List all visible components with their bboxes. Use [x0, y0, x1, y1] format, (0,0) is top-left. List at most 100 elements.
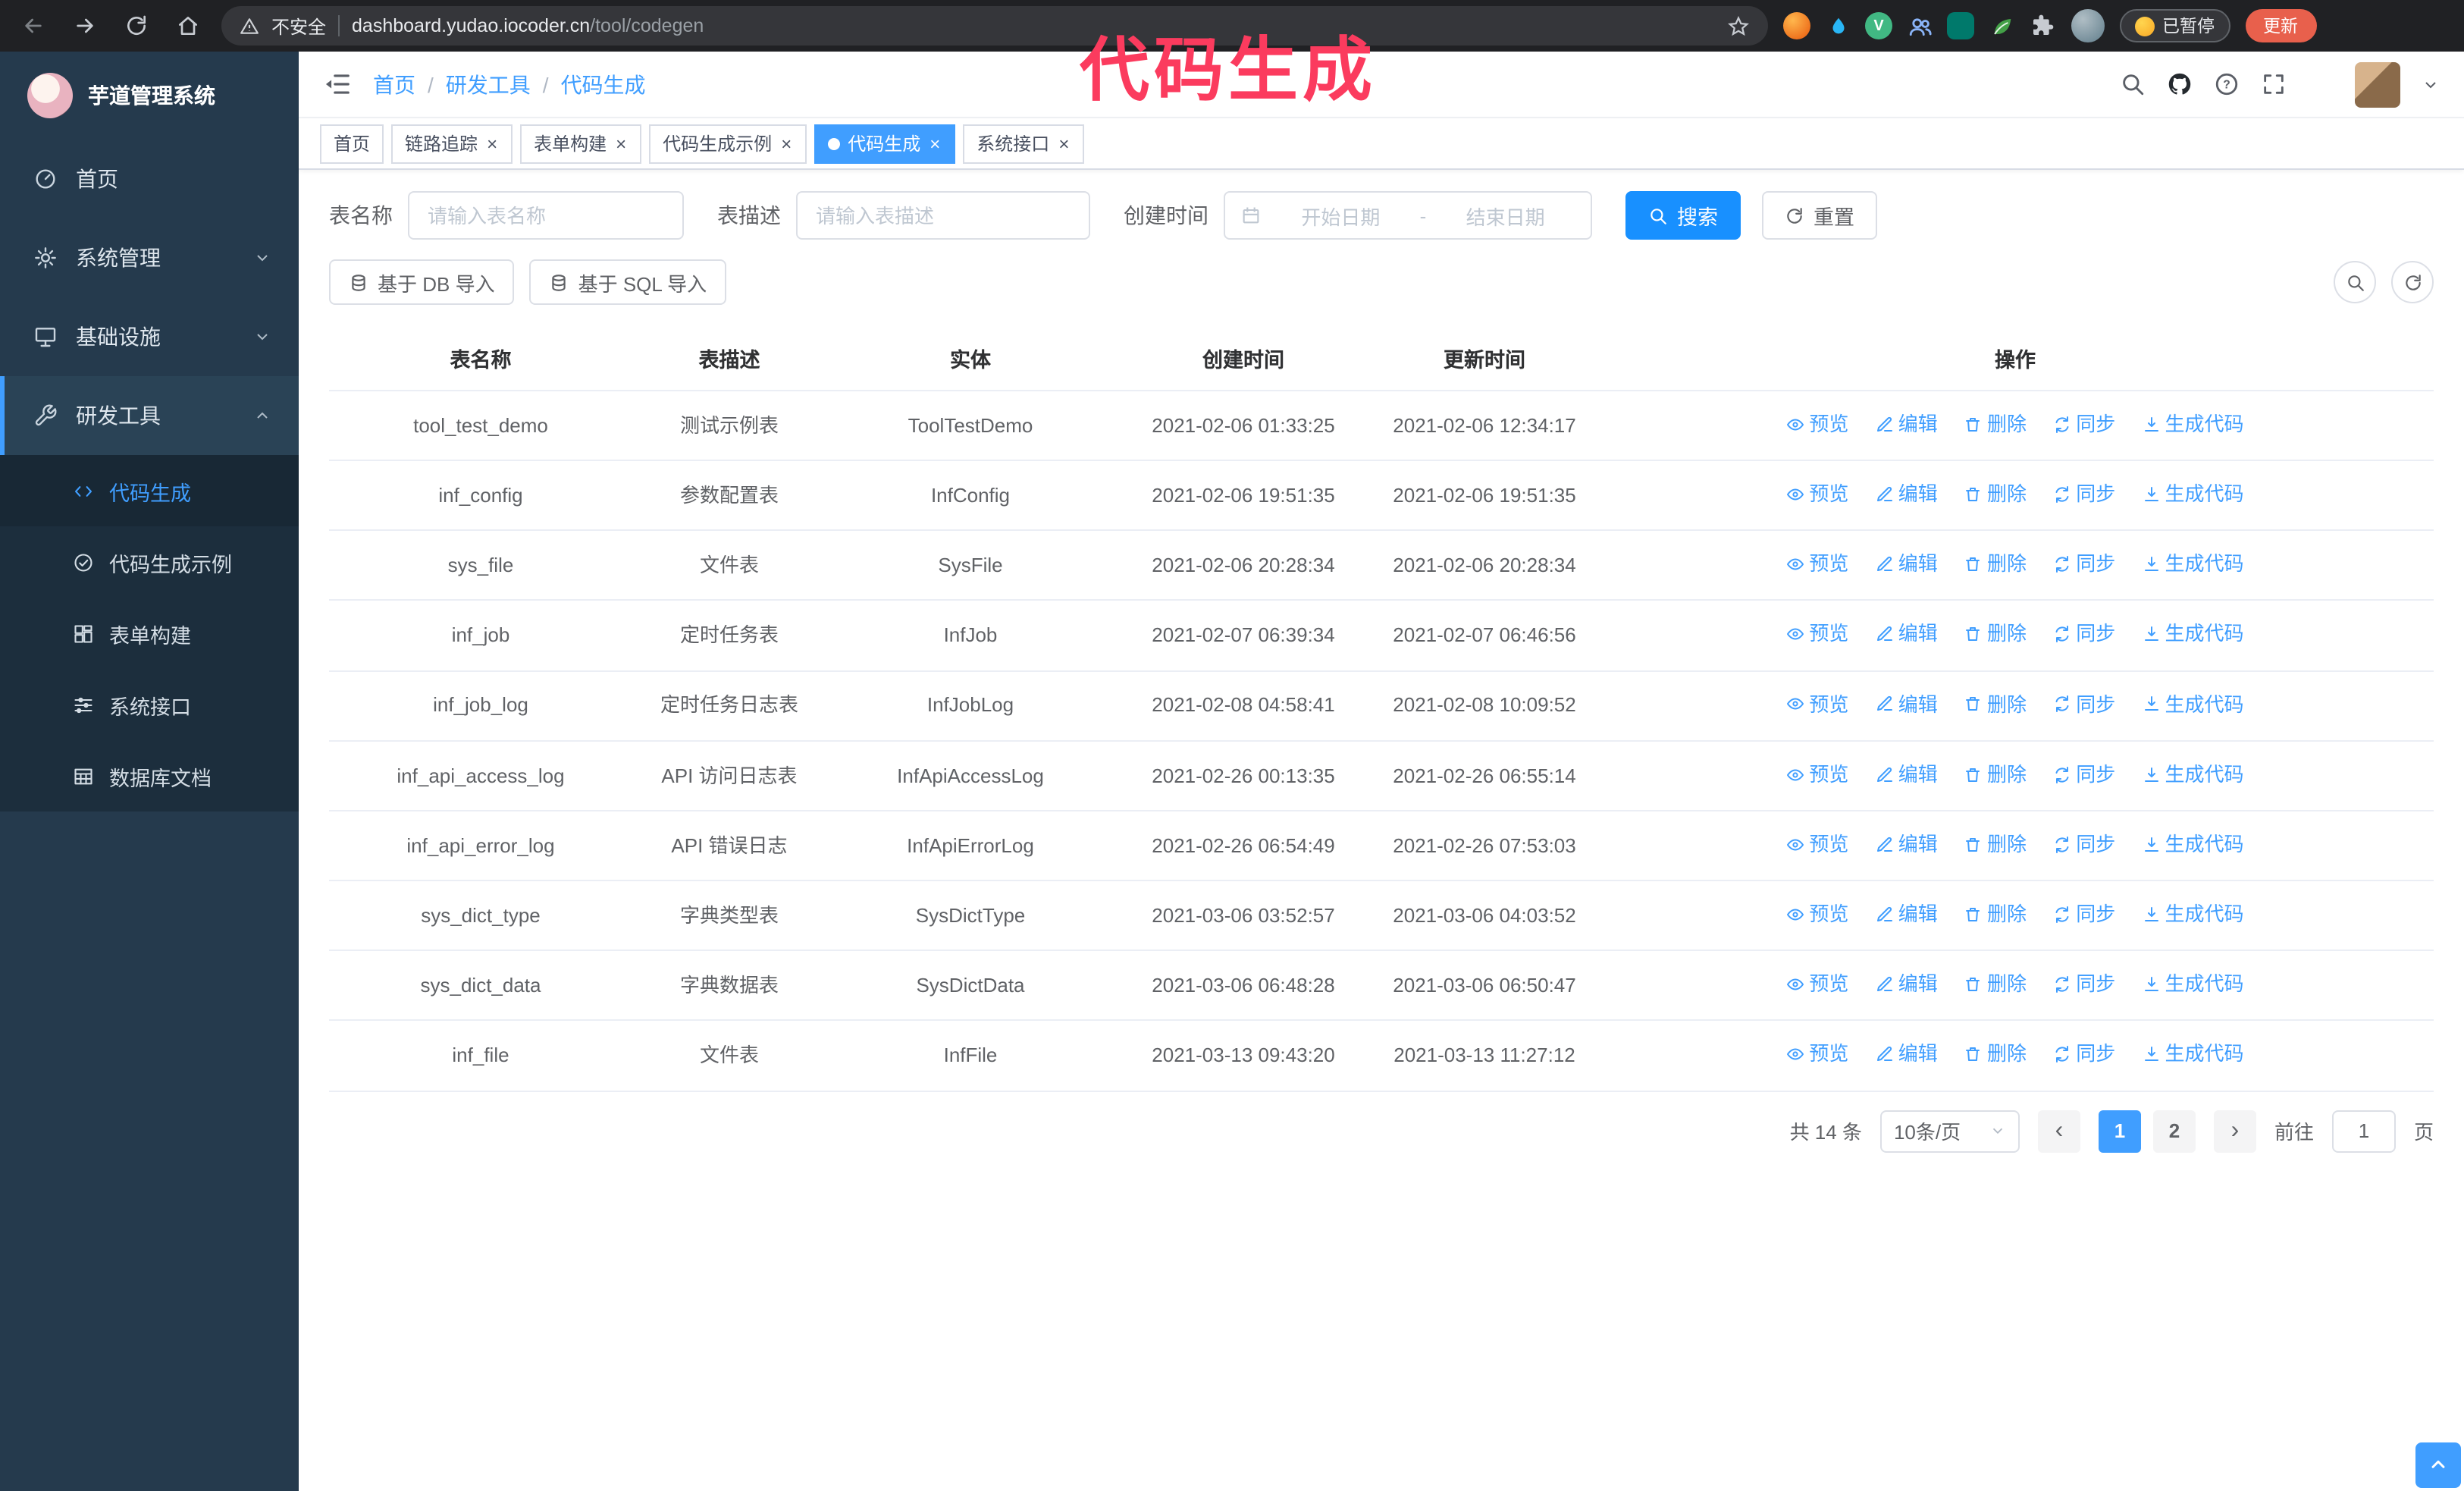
action-eye[interactable]: 预览	[1786, 898, 1848, 931]
action-sync[interactable]: 同步	[2053, 688, 2115, 720]
goto-page-input[interactable]	[2331, 1110, 2396, 1153]
tab-close-icon[interactable]: ×	[485, 133, 499, 154]
action-sync[interactable]: 同步	[2053, 618, 2115, 651]
tab-close-icon[interactable]: ×	[928, 133, 942, 154]
action-edit[interactable]: 编辑	[1876, 758, 1938, 791]
tab-close-icon[interactable]: ×	[1057, 133, 1071, 154]
action-eye[interactable]: 预览	[1786, 1038, 1848, 1071]
extension-fox-icon[interactable]	[1783, 12, 1810, 39]
user-avatar[interactable]	[2355, 61, 2400, 107]
action-download[interactable]: 生成代码	[2143, 478, 2244, 510]
extension-vue-icon[interactable]: V	[1865, 12, 1892, 39]
github-icon[interactable]	[2167, 71, 2193, 97]
action-sync[interactable]: 同步	[2053, 898, 2115, 931]
action-trash[interactable]: 删除	[1964, 968, 2027, 1001]
table-desc-input[interactable]	[796, 191, 1090, 240]
paused-badge[interactable]: 已暂停	[2120, 9, 2230, 42]
help-icon[interactable]	[2214, 71, 2240, 97]
action-download[interactable]: 生成代码	[2143, 828, 2244, 861]
action-trash[interactable]: 删除	[1964, 758, 2027, 791]
table-name-input[interactable]	[408, 191, 684, 240]
breadcrumb-tools[interactable]: 研发工具	[446, 69, 531, 99]
action-eye[interactable]: 预览	[1786, 548, 1848, 581]
action-edit[interactable]: 编辑	[1876, 828, 1938, 861]
tab-首页[interactable]: 首页	[320, 124, 384, 163]
browser-home-button[interactable]	[170, 8, 206, 44]
action-edit[interactable]: 编辑	[1876, 478, 1938, 510]
action-edit[interactable]: 编辑	[1876, 408, 1938, 441]
refresh-table-button[interactable]	[2391, 261, 2434, 303]
date-range-picker[interactable]: 开始日期 - 结束日期	[1224, 191, 1592, 240]
action-edit[interactable]: 编辑	[1876, 1038, 1938, 1071]
action-sync[interactable]: 同步	[2053, 548, 2115, 581]
action-trash[interactable]: 删除	[1964, 688, 2027, 720]
fullscreen-icon[interactable]	[2261, 71, 2287, 97]
action-sync[interactable]: 同步	[2053, 408, 2115, 441]
action-trash[interactable]: 删除	[1964, 1038, 2027, 1071]
action-download[interactable]: 生成代码	[2143, 758, 2244, 791]
action-eye[interactable]: 预览	[1786, 618, 1848, 651]
toggle-search-button[interactable]	[2334, 261, 2376, 303]
import-db-button[interactable]: 基于 DB 导入	[329, 259, 515, 305]
tab-close-icon[interactable]: ×	[779, 133, 793, 154]
address-bar[interactable]: 不安全 dashboard.yudao.iocoder.cn/tool/code…	[221, 6, 1768, 46]
action-download[interactable]: 生成代码	[2143, 548, 2244, 581]
prev-page-button[interactable]: ‹	[2037, 1110, 2080, 1153]
breadcrumb-home[interactable]: 首页	[373, 69, 415, 99]
extension-teal-icon[interactable]	[1947, 12, 1974, 39]
action-edit[interactable]: 编辑	[1876, 898, 1938, 931]
action-sync[interactable]: 同步	[2053, 1038, 2115, 1071]
page-button-2[interactable]: 2	[2152, 1110, 2196, 1153]
start-date-placeholder[interactable]: 开始日期	[1271, 201, 1411, 230]
action-eye[interactable]: 预览	[1786, 688, 1848, 720]
action-eye[interactable]: 预览	[1786, 408, 1848, 441]
import-sql-button[interactable]: 基于 SQL 导入	[529, 259, 727, 305]
bookmark-star-icon[interactable]	[1727, 14, 1750, 37]
back-to-top-button[interactable]	[2415, 1442, 2461, 1488]
action-download[interactable]: 生成代码	[2143, 618, 2244, 651]
action-sync[interactable]: 同步	[2053, 968, 2115, 1001]
action-download[interactable]: 生成代码	[2143, 968, 2244, 1001]
action-sync[interactable]: 同步	[2053, 828, 2115, 861]
browser-forward-button[interactable]	[67, 8, 103, 44]
sidebar-item-数据库文档[interactable]: 数据库文档	[0, 740, 299, 811]
page-button-1[interactable]: 1	[2098, 1110, 2141, 1153]
action-eye[interactable]: 预览	[1786, 478, 1848, 510]
extension-people-icon[interactable]	[1906, 12, 1933, 39]
next-page-button[interactable]: ›	[2213, 1110, 2256, 1153]
sidebar-item-研发工具[interactable]: 研发工具	[0, 376, 299, 455]
action-edit[interactable]: 编辑	[1876, 688, 1938, 720]
action-sync[interactable]: 同步	[2053, 758, 2115, 791]
sidebar-item-代码生成示例[interactable]: 代码生成示例	[0, 526, 299, 598]
search-icon[interactable]	[2120, 71, 2146, 97]
action-trash[interactable]: 删除	[1964, 478, 2027, 510]
search-button[interactable]: 搜索	[1625, 191, 1741, 240]
action-eye[interactable]: 预览	[1786, 828, 1848, 861]
extension-drop-icon[interactable]	[1824, 12, 1851, 39]
action-trash[interactable]: 删除	[1964, 828, 2027, 861]
sidebar-item-首页[interactable]: 首页	[0, 140, 299, 218]
browser-reload-button[interactable]	[118, 8, 155, 44]
action-eye[interactable]: 预览	[1786, 968, 1848, 1001]
sidebar-item-基础设施[interactable]: 基础设施	[0, 297, 299, 376]
action-eye[interactable]: 预览	[1786, 758, 1848, 791]
action-trash[interactable]: 删除	[1964, 898, 2027, 931]
action-sync[interactable]: 同步	[2053, 478, 2115, 510]
tab-代码生成示例[interactable]: 代码生成示例 ×	[649, 124, 807, 163]
sidebar-item-表单构建[interactable]: 表单构建	[0, 598, 299, 669]
tab-代码生成[interactable]: 代码生成 ×	[814, 124, 956, 163]
sidebar-item-系统接口[interactable]: 系统接口	[0, 669, 299, 740]
extension-leaf-icon[interactable]	[1988, 12, 2015, 39]
action-download[interactable]: 生成代码	[2143, 898, 2244, 931]
reset-button[interactable]: 重置	[1762, 191, 1877, 240]
tab-表单构建[interactable]: 表单构建 ×	[520, 124, 642, 163]
action-download[interactable]: 生成代码	[2143, 1038, 2244, 1071]
action-download[interactable]: 生成代码	[2143, 408, 2244, 441]
action-edit[interactable]: 编辑	[1876, 968, 1938, 1001]
action-download[interactable]: 生成代码	[2143, 688, 2244, 720]
browser-back-button[interactable]	[15, 8, 52, 44]
font-size-icon[interactable]	[2308, 71, 2334, 97]
user-caret-down-icon[interactable]	[2422, 75, 2440, 93]
browser-update-button[interactable]: 更新	[2245, 9, 2316, 42]
action-trash[interactable]: 删除	[1964, 618, 2027, 651]
